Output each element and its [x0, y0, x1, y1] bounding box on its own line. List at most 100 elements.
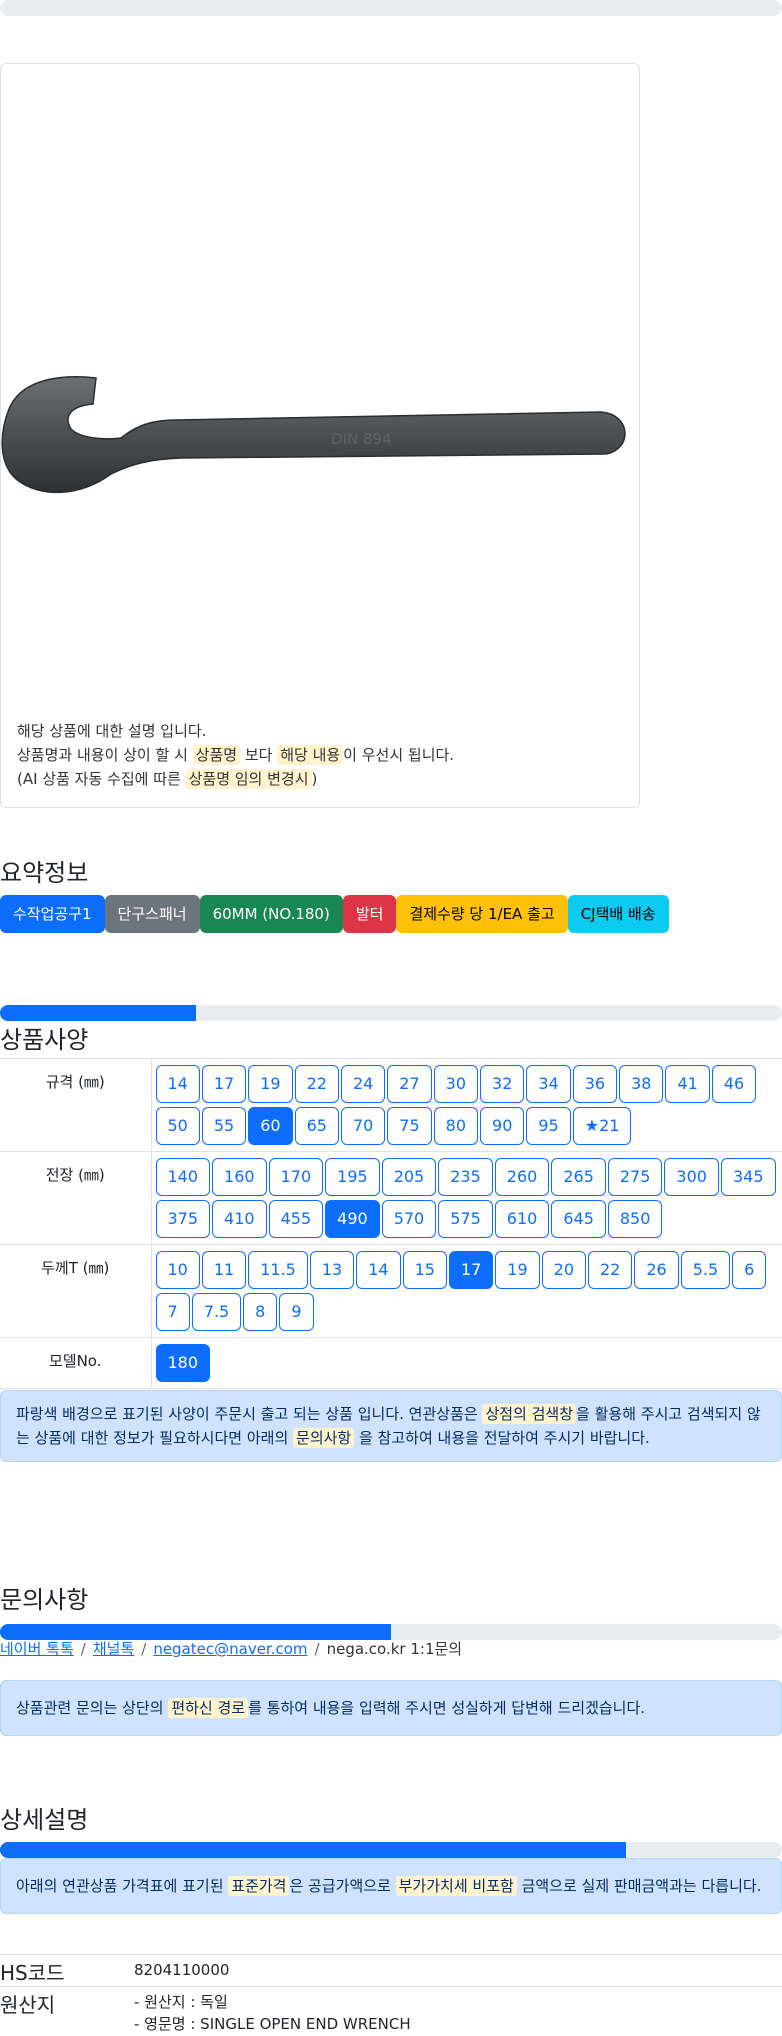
spec-option-button[interactable]: 27 — [387, 1065, 432, 1103]
spec-option-button[interactable]: 14 — [356, 1251, 401, 1289]
spec-option-button[interactable]: 22 — [588, 1251, 633, 1289]
spec-row: 규격 (㎜) 14 17 19 22 24 27 30 32 34 36 38 41 46 50 55 60 65… — [0, 1058, 782, 1152]
spec-option-button[interactable]: 17 — [448, 1251, 494, 1289]
inquiry-title: 문의사항 — [0, 1586, 89, 1614]
summary-badge: 단구스패너 — [104, 895, 200, 933]
spec-option-button[interactable]: 80 — [433, 1107, 479, 1145]
spec-option-button[interactable]: 50 — [155, 1107, 200, 1145]
spec-option-button[interactable]: 75 — [387, 1107, 432, 1145]
spec-option-button[interactable]: 95 — [526, 1107, 571, 1145]
spec-option-button[interactable]: 17 — [201, 1065, 247, 1103]
spec-option-button[interactable]: 9 — [279, 1293, 314, 1331]
spec-label: 규격 (㎜) — [0, 1058, 152, 1152]
spec-option-button[interactable]: 645 — [551, 1200, 606, 1238]
detail-title: 상세설명 — [0, 1806, 89, 1834]
product-card: DIN 894 해당 상품에 대한 설명 입니다. 상품명과 내용이 상이 할 … — [0, 63, 640, 808]
info-row: 원산지 - 원산지 : 독일 - 영문명 : SINGLE OPEN END WRE… — [0, 1986, 782, 2036]
spec-option-button[interactable]: 55 — [201, 1107, 247, 1145]
spec-option-button[interactable]: 140 — [155, 1158, 211, 1196]
info-value-line: - 영문명 : SINGLE OPEN END WRENCH — [134, 2015, 411, 2033]
spec-option-button[interactable]: 410 — [212, 1200, 267, 1238]
spec-option-button[interactable]: 24 — [340, 1065, 386, 1103]
summary-badge: 결제수량 당 1/EA 출고 — [396, 895, 568, 933]
spec-option-button[interactable]: 30 — [433, 1065, 479, 1103]
spec-option-button[interactable]: 60 — [248, 1107, 293, 1145]
specs-title: 상품사양 — [0, 1026, 89, 1054]
spec-option-button[interactable]: 300 — [664, 1158, 719, 1196]
spec-label: 모델No. — [0, 1337, 152, 1389]
spec-option-button[interactable]: 6 — [732, 1251, 767, 1289]
spec-option-button[interactable]: 65 — [294, 1107, 339, 1145]
spec-row: 전장 (㎜) 140 160 170 195 205 235 260 265 275 300 345 3… — [0, 1151, 782, 1245]
spec-option-button[interactable]: 5.5 — [680, 1251, 731, 1289]
inquiry-notice: 상품관련 문의는 상단의 편하신 경로 를 통하여 내용을 입력해 주시면 성실하… — [0, 1680, 782, 1736]
spec-option-button[interactable]: 10 — [155, 1251, 200, 1289]
spec-option-button[interactable]: 90 — [480, 1107, 525, 1145]
spec-option-button[interactable]: 610 — [494, 1200, 550, 1238]
spec-option-button[interactable]: 19 — [495, 1251, 540, 1289]
info-value-line: - 원산지 : 독일 — [134, 1993, 228, 2011]
spec-label: 두께T (㎜) — [0, 1244, 152, 1338]
summary-badge: 발터 — [342, 895, 397, 933]
spec-option-button[interactable]: 14 — [155, 1065, 200, 1103]
product-description: 해당 상품에 대한 설명 입니다. 상품명과 내용이 상이 할 시 상품명 보다… — [17, 719, 454, 791]
wrench-stamp: DIN 894 — [331, 430, 392, 448]
spec-option-button[interactable]: 22 — [294, 1065, 339, 1103]
info-value-line: 8204110000 — [134, 1961, 230, 1979]
spec-option-button[interactable]: 275 — [607, 1158, 663, 1196]
spec-option-button[interactable]: 11.5 — [248, 1251, 308, 1289]
spec-option-button[interactable]: 70 — [340, 1107, 386, 1145]
desc-line-3: (AI 상품 자동 수집에 따른 상품명 임의 변경시) — [17, 769, 318, 789]
email-link[interactable]: negatec@naver.com — [153, 1640, 307, 1658]
spec-option-button[interactable]: 345 — [720, 1158, 776, 1196]
spec-option-button[interactable]: 8 — [243, 1293, 278, 1331]
info-key: HS코드 — [0, 1954, 134, 1987]
spec-options: 180 — [151, 1337, 782, 1389]
spec-option-button[interactable]: 26 — [634, 1251, 679, 1289]
desc-line-1: 해당 상품에 대한 설명 입니다. — [17, 722, 207, 740]
spec-option-button[interactable]: 490 — [325, 1200, 380, 1238]
spec-option-button[interactable]: 375 — [155, 1200, 211, 1238]
spec-option-button[interactable]: 180 — [155, 1344, 211, 1382]
spec-option-button[interactable]: 41 — [665, 1065, 710, 1103]
spec-option-button[interactable]: 13 — [309, 1251, 355, 1289]
spec-row: 모델No. 180 — [0, 1337, 782, 1389]
spec-option-button[interactable]: 235 — [438, 1158, 493, 1196]
info-value: - 원산지 : 독일 - 영문명 : SINGLE OPEN END WRENCH — [134, 1986, 782, 2036]
spec-option-button[interactable]: 46 — [711, 1065, 757, 1103]
spec-option-button[interactable]: ★21 — [572, 1107, 632, 1145]
top-progress-bar — [0, 0, 782, 16]
summary-badge: 60MM (NO.180) — [199, 895, 343, 933]
spec-option-button[interactable]: 850 — [607, 1200, 663, 1238]
spec-option-button[interactable]: 160 — [212, 1158, 267, 1196]
spec-option-button[interactable]: 7 — [155, 1293, 190, 1331]
spec-options: 14 17 19 22 24 27 30 32 34 36 38 41 46 50 55 60 65 70 75 80… — [151, 1058, 782, 1152]
spec-option-button[interactable]: 36 — [572, 1065, 618, 1103]
summary-badge: CJ택배 배송 — [567, 895, 669, 933]
spec-option-button[interactable]: 570 — [381, 1200, 437, 1238]
detail-progress-bar — [0, 1842, 782, 1858]
spec-option-button[interactable]: 34 — [526, 1065, 571, 1103]
channeltalk-link[interactable]: 채널톡 — [93, 1640, 134, 1658]
detail-notice: 아래의 연관상품 가격표에 표기된 표준가격 은 공급가액으로 부가가치세 비포함… — [0, 1858, 782, 1914]
spec-option-button[interactable]: 575 — [438, 1200, 493, 1238]
spec-option-button[interactable]: 455 — [268, 1200, 324, 1238]
inquiry-links: 네이버 톡톡 / 채널톡 / negatec@naver.com / nega.co.kr … — [0, 1640, 463, 1658]
spec-options: 140 160 170 195 205 235 260 265 275 300 345 375 410 4… — [151, 1151, 782, 1245]
spec-option-button[interactable]: 205 — [381, 1158, 437, 1196]
spec-option-button[interactable]: 260 — [494, 1158, 550, 1196]
spec-option-button[interactable]: 20 — [541, 1251, 586, 1289]
spec-option-button[interactable]: 15 — [402, 1251, 447, 1289]
spec-option-button[interactable]: 32 — [480, 1065, 525, 1103]
naver-talktalk-link[interactable]: 네이버 톡톡 — [0, 1640, 74, 1658]
spec-option-button[interactable]: 19 — [248, 1065, 293, 1103]
spec-option-button[interactable]: 170 — [268, 1158, 324, 1196]
site-inquiry-text: nega.co.kr 1:1문의 — [326, 1640, 463, 1658]
specs-table: 규격 (㎜) 14 17 19 22 24 27 30 32 34 36 38 41 46 50 55 60 65… — [0, 1058, 782, 1389]
spec-option-button[interactable]: 7.5 — [191, 1293, 242, 1331]
spec-option-button[interactable]: 195 — [325, 1158, 380, 1196]
spec-option-button[interactable]: 38 — [619, 1065, 664, 1103]
spec-option-button[interactable]: 265 — [551, 1158, 606, 1196]
info-value: 8204110000 — [134, 1954, 782, 1987]
spec-option-button[interactable]: 11 — [201, 1251, 247, 1289]
